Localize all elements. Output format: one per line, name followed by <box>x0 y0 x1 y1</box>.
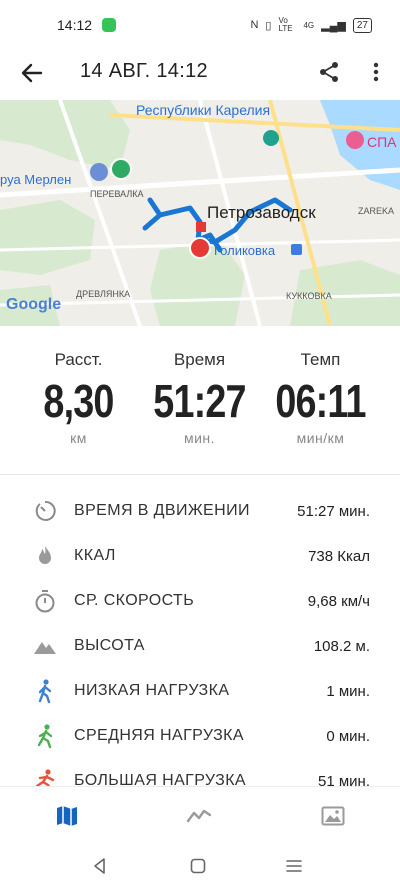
map-label-kukkovka: КУККОВКА <box>286 291 332 301</box>
stat-time: Время 51:27 мин. <box>133 340 266 446</box>
map-label-spa: СПА <box>367 134 397 150</box>
summary-stats: Расст. 8,30 км Время 51:27 мин. Темп 06:… <box>0 340 400 460</box>
status-bar: 14:12 N ▯ Vo LTE 4G ▂▄▆ 27 <box>0 0 400 50</box>
stat-distance-label: Расст. <box>54 350 103 369</box>
row-value: 108.2 м. <box>313 638 370 655</box>
vibrate-icon: ▯ <box>265 19 272 32</box>
row-name: ВЫСОТА <box>74 637 145 654</box>
nfc-icon: N <box>250 19 259 31</box>
stat-pace-label: Темп <box>300 350 341 369</box>
nav-recents-icon[interactable] <box>284 856 304 876</box>
more-options-icon[interactable] <box>366 61 386 83</box>
row-kcal: ККАЛ 738 Ккал <box>0 535 400 579</box>
battery-icon: 27 <box>352 17 372 33</box>
back-arrow-icon[interactable] <box>19 60 45 86</box>
map-label-petrozavodsk: Петрозаводск <box>207 203 316 222</box>
status-time: 14:12 <box>57 17 93 33</box>
app-bar: 14 АВГ. 14:12 <box>0 50 400 98</box>
tab-map-icon[interactable] <box>54 803 80 829</box>
nav-back-icon[interactable] <box>90 856 110 876</box>
stat-distance-value: 8,30 <box>43 375 114 427</box>
divider <box>0 474 400 475</box>
row-name: СРЕДНЯЯ НАГРУЗКА <box>74 727 244 744</box>
signal-icon: ▂▄▆ <box>321 19 346 32</box>
map-canvas <box>0 100 400 326</box>
row-name: ВРЕМЯ В ДВИЖЕНИИ <box>74 502 250 519</box>
google-logo: Google <box>6 296 62 313</box>
stat-pace: Темп 06:11 мин/км <box>254 340 387 446</box>
map-label-merlen: руа Мерлен <box>0 172 72 187</box>
row-moving-time: ВРЕМЯ В ДВИЖЕНИИ 51:27 мин. <box>0 490 400 534</box>
tab-chart-icon[interactable] <box>186 803 212 829</box>
call-indicator-icon <box>102 18 116 32</box>
moving-time-icon <box>35 500 56 521</box>
map-label-zareka: ZAREKA <box>358 206 395 216</box>
stat-time-label: Время <box>173 350 226 369</box>
row-low-load: НИЗКАЯ НАГРУЗКА 1 мин. <box>0 670 400 714</box>
route-map[interactable]: Республики Карелия руа Мерлен ПЕРЕВАЛКА … <box>0 100 400 326</box>
system-navigation-bar <box>0 842 400 889</box>
stat-pace-value: 06:11 <box>275 375 366 427</box>
stopwatch-icon <box>35 590 55 613</box>
mountain-icon <box>34 642 56 654</box>
row-value: 51:27 мин. <box>297 503 370 520</box>
nav-home-icon[interactable] <box>188 856 208 876</box>
flame-icon <box>39 546 51 564</box>
stat-pace-unit: мин/км <box>296 430 345 446</box>
row-altitude: ВЫСОТА 108.2 м. <box>0 625 400 669</box>
system-indicators: N ▯ Vo LTE 4G ▂▄▆ 27 <box>250 17 372 33</box>
walker-blue-icon <box>38 679 52 704</box>
bottom-tab-bar <box>0 786 400 843</box>
row-value: 9,68 км/ч <box>307 593 370 610</box>
map-label-drevlyanka: ДРЕВЛЯНКА <box>76 289 131 299</box>
stat-time-unit: мин. <box>183 430 216 446</box>
stat-time-value: 51:27 <box>153 375 246 427</box>
row-value: 738 Ккал <box>308 548 370 565</box>
row-medium-load: СРЕДНЯЯ НАГРУЗКА 0 мин. <box>0 715 400 759</box>
tab-photo-icon[interactable] <box>320 803 346 829</box>
walker-green-icon <box>37 724 53 749</box>
page-title: 14 АВГ. 14:12 <box>80 60 208 82</box>
row-value: 1 мин. <box>326 683 370 700</box>
row-name: СР. СКОРОСТЬ <box>74 592 195 609</box>
row-value: 0 мин. <box>326 728 370 745</box>
row-name: ККАЛ <box>74 547 116 564</box>
volte-label: Vo LTE <box>278 16 293 33</box>
map-label-golikovka: Голиковка <box>214 243 276 258</box>
stat-distance-unit: км <box>70 430 87 446</box>
row-name: НИЗКАЯ НАГРУЗКА <box>74 682 230 699</box>
stat-distance: Расст. 8,30 км <box>12 340 145 446</box>
share-icon[interactable] <box>318 61 340 83</box>
map-label-karelia: Республики Карелия <box>136 102 271 118</box>
row-avg-speed: СР. СКОРОСТЬ 9,68 км/ч <box>0 580 400 624</box>
map-label-perevalka: ПЕРЕВАЛКА <box>90 189 144 199</box>
network-type: 4G <box>303 20 315 30</box>
